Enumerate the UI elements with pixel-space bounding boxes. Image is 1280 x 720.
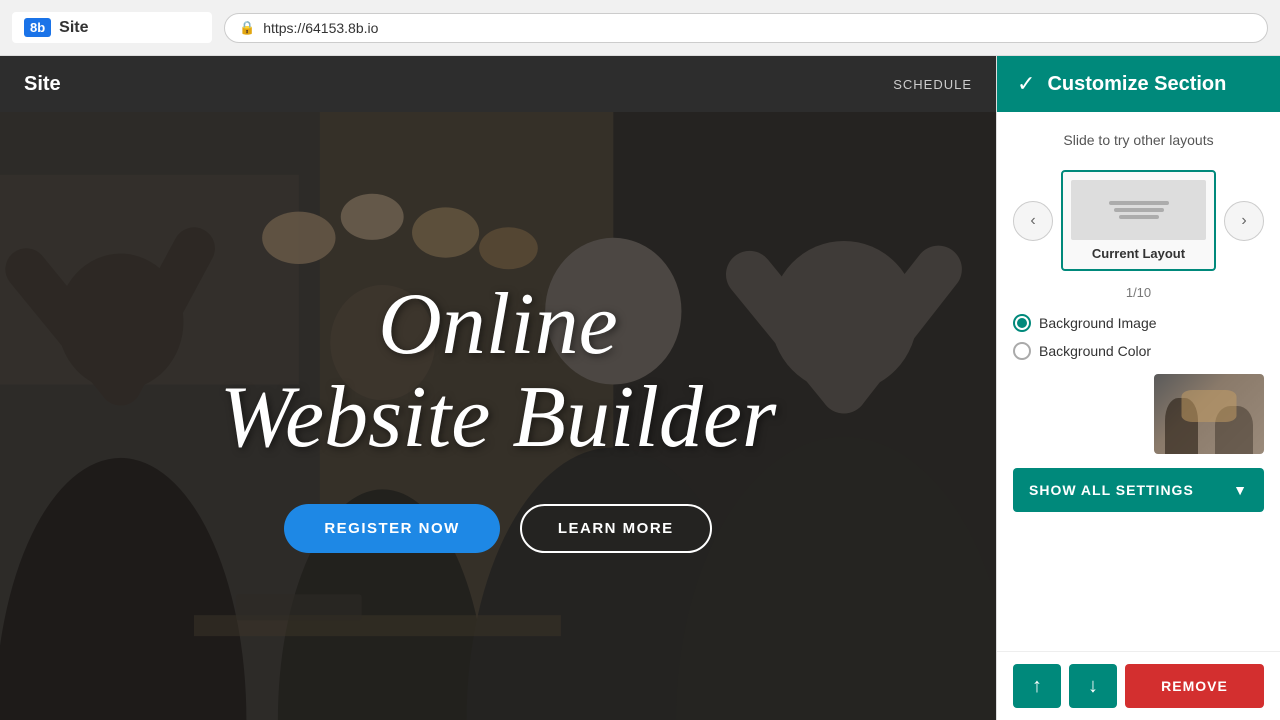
preview-area: Site SCHEDULE (0, 56, 996, 720)
hero-title-line2: Website Builder (220, 372, 776, 464)
layout-preview-text-sim (1109, 201, 1169, 219)
remove-button[interactable]: REMOVE (1125, 664, 1264, 708)
check-icon: ✓ (1017, 71, 1035, 97)
layout-carousel: ‹ Current Layout › (1013, 170, 1264, 271)
layout-line-1 (1109, 201, 1169, 205)
address-bar[interactable]: 🔒 https://64153.8b.io (224, 13, 1268, 43)
browser-logo: 8b Site (12, 12, 212, 43)
down-arrow-icon: ↓ (1088, 675, 1098, 698)
layout-line-3 (1119, 215, 1159, 219)
register-button[interactable]: REGISTER NOW (284, 504, 500, 553)
show-all-label: SHOW ALL SETTINGS (1029, 482, 1194, 498)
panel-title: Customize Section (1047, 73, 1226, 96)
site-nav-links: SCHEDULE (893, 77, 972, 92)
bg-thumbnail[interactable] (1154, 374, 1264, 454)
bg-color-label: Background Color (1039, 343, 1151, 359)
learn-more-button[interactable]: LEARN MORE (520, 504, 712, 553)
logo-badge: 8b (24, 18, 51, 37)
bg-color-option[interactable]: Background Color (1013, 342, 1264, 360)
site-nav-logo: Site (24, 73, 61, 96)
layout-preview-inner (1071, 180, 1206, 240)
layout-preview-box: Current Layout (1061, 170, 1216, 271)
browser-bar: 8b Site 🔒 https://64153.8b.io (0, 0, 1280, 56)
up-arrow-icon: ↑ (1032, 675, 1042, 698)
hero-section: Online Website Builder REGISTER NOW LEAR… (0, 112, 996, 720)
layout-line-2 (1114, 208, 1164, 212)
slide-hint: Slide to try other layouts (1013, 128, 1264, 156)
hero-buttons: REGISTER NOW LEARN MORE (220, 504, 776, 553)
url-text: https://64153.8b.io (263, 20, 378, 36)
carousel-prev-button[interactable]: ‹ (1013, 201, 1053, 241)
panel-header: ✓ Customize Section (997, 56, 1280, 112)
carousel-next-button[interactable]: › (1224, 201, 1264, 241)
bg-image-label: Background Image (1039, 315, 1157, 331)
bg-image-radio[interactable] (1013, 314, 1031, 332)
panel-footer: ↑ ↓ REMOVE (997, 651, 1280, 720)
panel-body: Slide to try other layouts ‹ Current Lay… (997, 112, 1280, 651)
main-area: Site SCHEDULE (0, 56, 1280, 720)
move-up-button[interactable]: ↑ (1013, 664, 1061, 708)
show-all-settings-button[interactable]: SHOW ALL SETTINGS ▼ (1013, 468, 1264, 512)
site-nav: Site SCHEDULE (0, 56, 996, 112)
right-panel: ✓ Customize Section Slide to try other l… (996, 56, 1280, 720)
show-all-chevron-icon: ▼ (1233, 482, 1248, 498)
site-nav-link-schedule[interactable]: SCHEDULE (893, 77, 972, 92)
layout-label: Current Layout (1092, 246, 1185, 261)
bg-image-option[interactable]: Background Image (1013, 314, 1264, 332)
thumb-hands (1182, 390, 1237, 422)
lock-icon: 🔒 (239, 20, 255, 36)
bg-color-radio[interactable] (1013, 342, 1031, 360)
bg-options: Background Image Background Color (1013, 314, 1264, 360)
site-title: Site (59, 19, 88, 37)
hero-content: Online Website Builder REGISTER NOW LEAR… (220, 279, 776, 553)
pagination: 1/10 (1013, 285, 1264, 300)
move-down-button[interactable]: ↓ (1069, 664, 1117, 708)
bg-thumbnail-image (1154, 374, 1264, 454)
hero-title-line1: Online (220, 279, 776, 371)
